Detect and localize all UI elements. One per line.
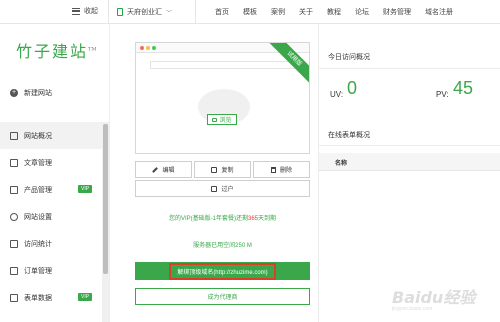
nav-about[interactable]: 关于 <box>292 7 320 17</box>
logo-text: 竹子建站 <box>16 42 89 61</box>
nav-tutorials[interactable]: 教程 <box>320 7 348 17</box>
scrollbar-thumb[interactable] <box>103 124 108 274</box>
close-dot-icon <box>140 45 144 50</box>
new-site-button[interactable]: + 新建网站 <box>10 88 52 98</box>
divider <box>319 145 500 146</box>
logo-tm: TM <box>88 46 97 53</box>
transfer-icon <box>211 185 218 192</box>
order-icon <box>10 266 18 275</box>
watermark-logo: Baidu经验 <box>392 288 476 307</box>
unbind-domain-label: 解绑顶级域名(http://zhuzime.com) <box>169 262 276 280</box>
today-visits-title: 今日访问概况 <box>328 54 370 61</box>
sidebar-item-settings[interactable]: 网站设置 <box>0 203 102 230</box>
sidebar-item-overview[interactable]: 网站概况 <box>0 122 102 149</box>
sidebar-scrollbar[interactable] <box>102 122 109 322</box>
site-icon <box>117 8 123 16</box>
transfer-label: 过户 <box>221 187 234 193</box>
column-name-header: 名称 <box>335 161 348 167</box>
form-icon <box>10 293 18 302</box>
site-name: 天府创业汇 <box>127 9 162 16</box>
nav-forum[interactable]: 论坛 <box>348 7 376 17</box>
site-switcher[interactable]: 天府创业汇 ﹀ <box>108 0 196 24</box>
browse-icon <box>212 117 218 122</box>
sidebar-item-label: 文章管理 <box>24 159 52 167</box>
address-bar <box>150 61 296 69</box>
vip-suffix: 天到期 <box>258 216 277 222</box>
nav-cases[interactable]: 案例 <box>264 7 292 17</box>
vip-expiry-text: 您的VIP(基础版-1年套餐)还剩365天到期 <box>135 213 310 222</box>
site-actions: 编辑 复制 删除 <box>135 161 310 178</box>
pv-value: 45 <box>453 78 474 98</box>
copy-icon <box>211 166 218 173</box>
sidebar-item-label: 网站概况 <box>24 132 52 140</box>
nav-domain-register[interactable]: 域名注册 <box>418 7 460 17</box>
edit-button[interactable]: 编辑 <box>135 161 192 178</box>
site-thumbnail: 浏览 试用版 <box>135 42 310 154</box>
vip-badge: VIP <box>78 185 93 193</box>
edit-label: 编辑 <box>162 168 175 174</box>
chevron-down-icon: ﹀ <box>166 10 173 17</box>
nav-finance[interactable]: 财务管理 <box>376 7 418 17</box>
unbind-domain-button[interactable]: 解绑顶级域名(http://zhuzime.com) <box>135 262 310 280</box>
baidu-watermark: Baidu经验 jingyan.baidu.com <box>392 284 496 316</box>
uv-value: 0 <box>347 78 358 98</box>
become-agent-button[interactable]: 成为代理商 <box>135 288 310 305</box>
vip-days: 365 <box>247 216 258 222</box>
minimize-dot-icon <box>146 45 150 50</box>
nav-home[interactable]: 首页 <box>208 7 236 17</box>
copy-label: 复制 <box>221 168 234 174</box>
transfer-button[interactable]: 过户 <box>135 180 310 197</box>
maximize-dot-icon <box>152 45 156 50</box>
vip-prefix: 您的VIP(基础版-1年套餐)还剩 <box>168 216 248 222</box>
server-space-text: 服务器已用空间250 M <box>193 243 252 249</box>
pv-label: PV: <box>436 90 449 99</box>
box-icon <box>10 185 18 194</box>
collapse-label: 收起 <box>84 8 98 15</box>
pencil-icon <box>152 166 159 173</box>
copy-button[interactable]: 复制 <box>194 161 251 178</box>
gear-icon <box>10 212 18 221</box>
sidebar-item-form-data[interactable]: 表单数据 VIP <box>0 284 102 311</box>
monitor-icon <box>10 131 18 140</box>
site-preview-card: 浏览 试用版 <box>135 42 310 154</box>
top-nav: 首页 模板 案例 关于 教程 论坛 财务管理 域名注册 <box>208 0 460 24</box>
chart-icon <box>10 239 18 248</box>
online-forms-title: 在线表单概况 <box>328 132 370 139</box>
sidebar-item-products[interactable]: 产品管理 VIP <box>0 176 102 203</box>
uv-label: UV: <box>330 90 344 99</box>
sidebar-item-label: 产品管理 <box>24 186 52 194</box>
plus-icon: + <box>10 89 18 97</box>
sidebar: 竹子建站TM + 新建网站 网站概况 文章管理 产品管理 VIP 网站设置 访问… <box>0 24 110 322</box>
divider <box>319 68 500 69</box>
logo: 竹子建站TM <box>16 38 96 62</box>
sidebar-item-statistics[interactable]: 访问统计 <box>0 230 102 257</box>
delete-label: 删除 <box>279 168 292 174</box>
sidebar-item-orders[interactable]: 订单管理 <box>0 257 102 284</box>
top-bar: 收起 天府创业汇 ﹀ 首页 模板 案例 关于 教程 论坛 财务管理 域名注册 <box>0 0 500 24</box>
new-site-label: 新建网站 <box>24 90 52 97</box>
document-icon <box>10 158 18 167</box>
collapse-sidebar-button[interactable]: 收起 <box>72 6 98 16</box>
menu-icon <box>72 7 80 15</box>
sidebar-menu: 网站概况 文章管理 产品管理 VIP 网站设置 访问统计 订单管理 表单数据 V… <box>0 122 102 311</box>
forms-table-header: 名称 <box>319 153 500 171</box>
sidebar-item-label: 订单管理 <box>24 267 52 275</box>
sidebar-item-label: 网站设置 <box>24 213 52 221</box>
browse-site-button[interactable]: 浏览 <box>207 114 237 125</box>
trash-icon <box>270 166 276 173</box>
browse-label: 浏览 <box>219 118 232 124</box>
delete-button[interactable]: 删除 <box>253 161 310 178</box>
vip-badge: VIP <box>78 293 93 301</box>
sidebar-item-label: 表单数据 <box>24 294 52 302</box>
nav-templates[interactable]: 模板 <box>236 7 264 17</box>
sidebar-item-label: 访问统计 <box>24 240 52 248</box>
sidebar-item-articles[interactable]: 文章管理 <box>0 149 102 176</box>
